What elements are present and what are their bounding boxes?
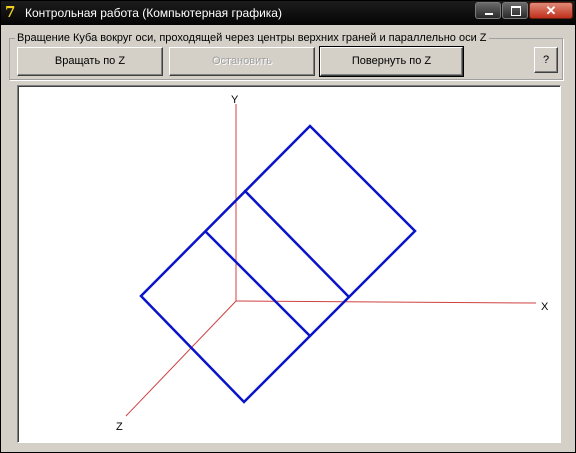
cube-wireframe xyxy=(139,124,417,404)
maximize-button[interactable] xyxy=(502,2,528,19)
stop-button[interactable]: Остановить xyxy=(169,47,315,76)
drawing-canvas: Y X Z xyxy=(17,85,561,443)
window-title: Контрольная работа (Компьютерная графика… xyxy=(25,6,282,20)
axes: Y X Z xyxy=(116,94,549,433)
app-icon: 7 xyxy=(5,3,16,21)
groupbox-caption: Вращение Куба вокруг оси, проходящей чер… xyxy=(15,32,489,44)
rotate-z-button[interactable]: Вращать по Z xyxy=(17,47,163,76)
help-button[interactable]: ? xyxy=(534,47,558,73)
minimize-button[interactable] xyxy=(475,2,501,19)
turn-z-button[interactable]: Повернуть по Z xyxy=(319,46,464,77)
cube-inner-edge-2 xyxy=(204,230,312,338)
title-bar[interactable]: 7 Контрольная работа (Компьютерная графи… xyxy=(1,1,575,25)
maximize-icon xyxy=(503,3,527,18)
scene-svg: Y X Z xyxy=(116,94,549,433)
x-axis-label: X xyxy=(541,301,549,313)
z-axis xyxy=(125,300,237,417)
close-button[interactable]: ✕ xyxy=(529,2,573,19)
x-axis xyxy=(235,300,537,304)
cube-outline xyxy=(139,124,417,404)
cube-inner-edge-1 xyxy=(243,189,350,298)
y-axis-label: Y xyxy=(231,94,239,106)
z-axis-label: Z xyxy=(116,421,123,433)
minimize-icon xyxy=(476,3,500,18)
close-icon: ✕ xyxy=(545,3,557,18)
app-window: 7 Контрольная работа (Компьютерная графи… xyxy=(0,0,576,453)
